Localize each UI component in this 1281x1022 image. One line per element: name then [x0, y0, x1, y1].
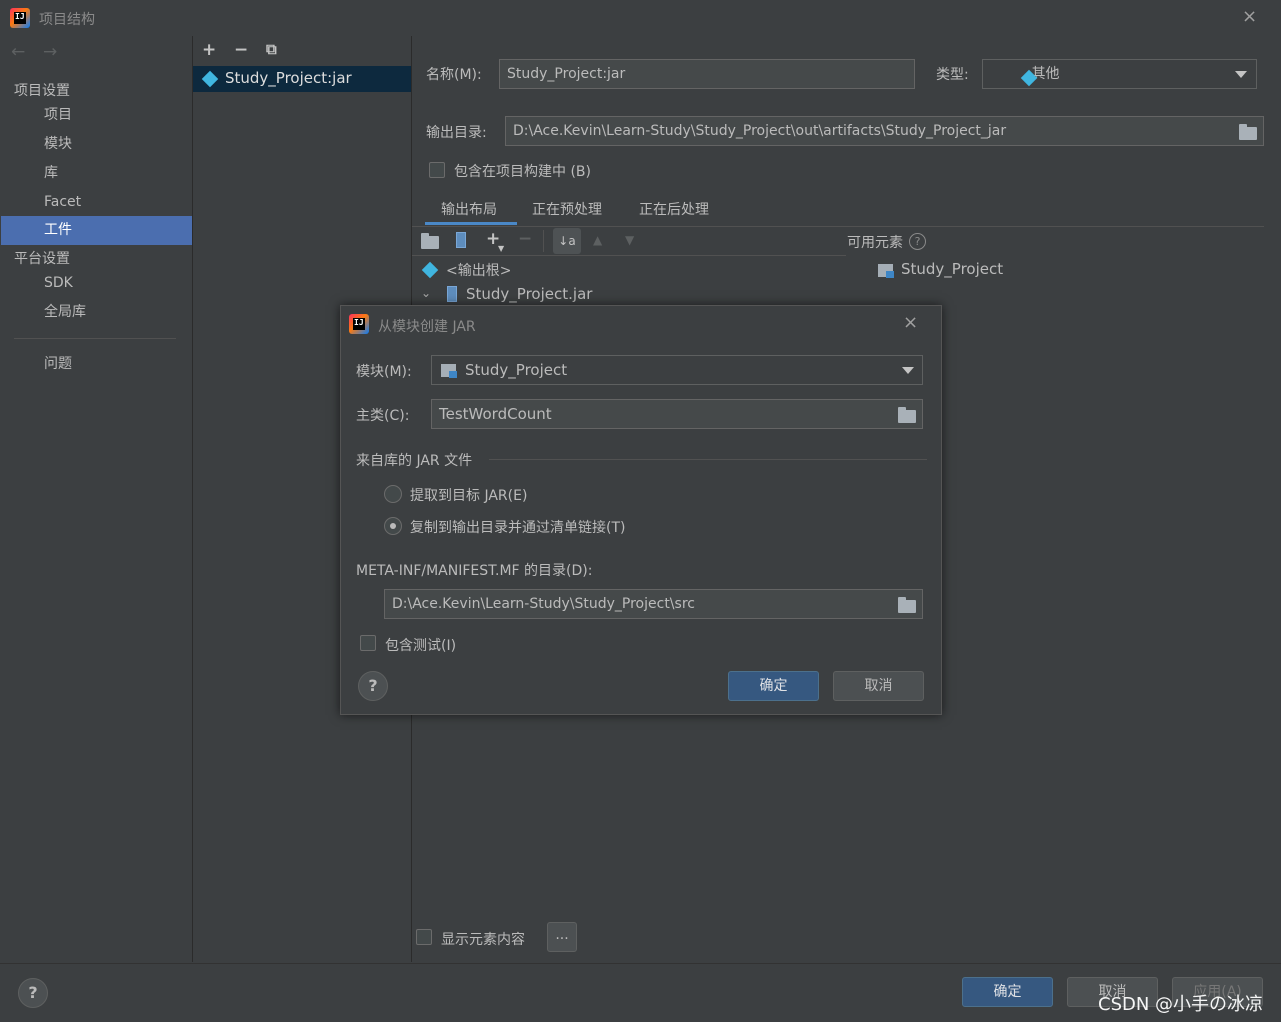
dropdown-small-icon: ▼ [498, 244, 505, 253]
tree-jar-item[interactable]: Study_Project.jar [466, 285, 592, 303]
csdn-watermark: CSDN @小手の冰凉 [1098, 994, 1264, 1015]
artifact-icon [201, 70, 219, 88]
project-settings-header: 项目设置 [14, 83, 70, 99]
manifest-dir-value: D:\Ace.Kevin\Learn-Study\Study_Project\s… [392, 596, 695, 612]
module-label: 模块(M): [356, 364, 412, 380]
artifact-name-field[interactable]: Study_Project:jar [499, 59, 915, 89]
jar-files-section-title: 来自库的 JAR 文件 [356, 453, 473, 469]
browse-folder-icon[interactable] [898, 407, 916, 423]
intellij-icon: IJ [349, 314, 369, 334]
tab-output-layout[interactable]: 输出布局 [441, 199, 497, 219]
remove-artifact-icon[interactable]: − [234, 40, 248, 60]
dialog-close-icon[interactable]: × [903, 312, 918, 333]
tabs-divider [412, 226, 1264, 227]
dialog-title: 从模块创建 JAR [378, 319, 476, 335]
browse-folder-icon[interactable] [1239, 124, 1257, 140]
dialog-ok-button[interactable]: 确定 [728, 671, 819, 701]
nav-item-modules[interactable]: 模块 [1, 130, 192, 159]
artifact-list-label: Study_Project:jar [225, 69, 352, 87]
forward-arrow-icon[interactable]: → [43, 42, 57, 62]
dialog-help-button[interactable]: ? [358, 671, 388, 701]
section-divider [489, 459, 927, 460]
nav-item-artifacts[interactable]: 工件 [1, 216, 192, 245]
manifest-dir-label: META-INF/MANIFEST.MF 的目录(D): [356, 563, 593, 579]
tab-postprocessing[interactable]: 正在后处理 [639, 199, 709, 219]
module-icon [441, 364, 457, 378]
module-value: Study_Project [465, 361, 568, 379]
nav-item-project[interactable]: 项目 [1, 101, 192, 130]
title-bar: IJ 项目结构 × [0, 0, 1281, 36]
toolbar-separator [543, 230, 544, 252]
available-module-item[interactable]: Study_Project [901, 260, 1003, 278]
layout-toolbar-divider [412, 255, 846, 256]
show-content-checkbox[interactable] [416, 929, 432, 945]
artifact-type-label: 类型: [936, 67, 969, 83]
artifact-type-select[interactable]: 其他 [982, 59, 1257, 89]
include-in-build-checkbox[interactable] [429, 162, 445, 178]
back-arrow-icon[interactable]: ← [11, 42, 25, 62]
copy-artifact-icon[interactable]: ⧉ [266, 40, 277, 58]
copy-and-link-radio[interactable] [384, 517, 402, 535]
output-dir-value: D:\Ace.Kevin\Learn-Study\Study_Project\o… [513, 123, 1007, 139]
footer-help-button[interactable]: ? [18, 978, 48, 1008]
manifest-dir-field[interactable]: D:\Ace.Kevin\Learn-Study\Study_Project\s… [384, 589, 923, 619]
new-directory-icon[interactable] [421, 233, 439, 249]
nav-item-problems[interactable]: 问题 [1, 350, 192, 379]
extract-to-jar-label: 提取到目标 JAR(E) [410, 488, 528, 504]
extract-to-jar-radio[interactable] [384, 485, 402, 503]
module-select[interactable]: Study_Project [431, 355, 923, 385]
add-artifact-icon[interactable]: + [202, 40, 216, 60]
copy-and-link-label: 复制到输出目录并通过清单链接(T) [410, 520, 626, 536]
new-archive-icon[interactable] [456, 232, 466, 248]
dialog-cancel-button[interactable]: 取消 [833, 671, 924, 701]
main-class-label: 主类(C): [356, 408, 410, 424]
artifact-list-item[interactable]: Study_Project:jar [193, 66, 411, 92]
artifact-type-icon [1020, 69, 1038, 87]
module-icon [878, 264, 894, 278]
chevron-down-icon [902, 367, 914, 374]
close-icon[interactable]: × [1242, 6, 1257, 27]
nav-item-libraries[interactable]: 库 [1, 159, 192, 188]
jar-file-icon [447, 286, 457, 302]
include-tests-checkbox[interactable] [360, 635, 376, 651]
remove-element-icon[interactable]: − [518, 229, 532, 249]
help-circle-icon[interactable]: ? [909, 233, 926, 250]
nav-divider [14, 338, 176, 339]
window-title: 项目结构 [39, 12, 95, 28]
include-in-build-label: 包含在项目构建中 (B) [454, 164, 591, 180]
output-dir-label: 输出目录: [426, 125, 487, 141]
main-class-field[interactable]: TestWordCount [431, 399, 923, 429]
footer-ok-button[interactable]: 确定 [962, 977, 1053, 1007]
active-tab-indicator [425, 222, 517, 225]
tab-preprocessing[interactable]: 正在预处理 [532, 199, 602, 219]
nav-item-facets[interactable]: Facet [1, 188, 192, 217]
chevron-down-icon[interactable]: ⌄ [421, 286, 431, 300]
chevron-down-icon [1235, 71, 1247, 78]
artifact-name-label: 名称(M): [426, 67, 482, 83]
move-up-icon[interactable]: ▲ [593, 233, 602, 247]
move-down-icon[interactable]: ▼ [625, 233, 634, 247]
include-tests-label: 包含测试(I) [385, 638, 457, 654]
output-dir-field[interactable]: D:\Ace.Kevin\Learn-Study\Study_Project\o… [505, 116, 1264, 146]
more-options-button[interactable]: ... [547, 922, 577, 952]
platform-settings-header: 平台设置 [14, 251, 70, 267]
nav-item-sdks[interactable]: SDK [1, 269, 192, 298]
main-class-value: TestWordCount [439, 405, 552, 423]
available-elements-label: 可用元素 [847, 235, 903, 251]
tree-output-root[interactable]: <输出根> [446, 260, 511, 280]
nav-item-global-libraries[interactable]: 全局库 [1, 298, 192, 327]
sort-alpha-icon[interactable]: ↓a [553, 228, 581, 254]
show-content-label: 显示元素内容 [441, 932, 525, 948]
output-root-icon [421, 261, 439, 279]
create-jar-dialog: IJ 从模块创建 JAR × 模块(M): Study_Project 主类(C… [340, 305, 942, 715]
browse-folder-icon[interactable] [898, 597, 916, 613]
intellij-icon: IJ [10, 8, 30, 28]
